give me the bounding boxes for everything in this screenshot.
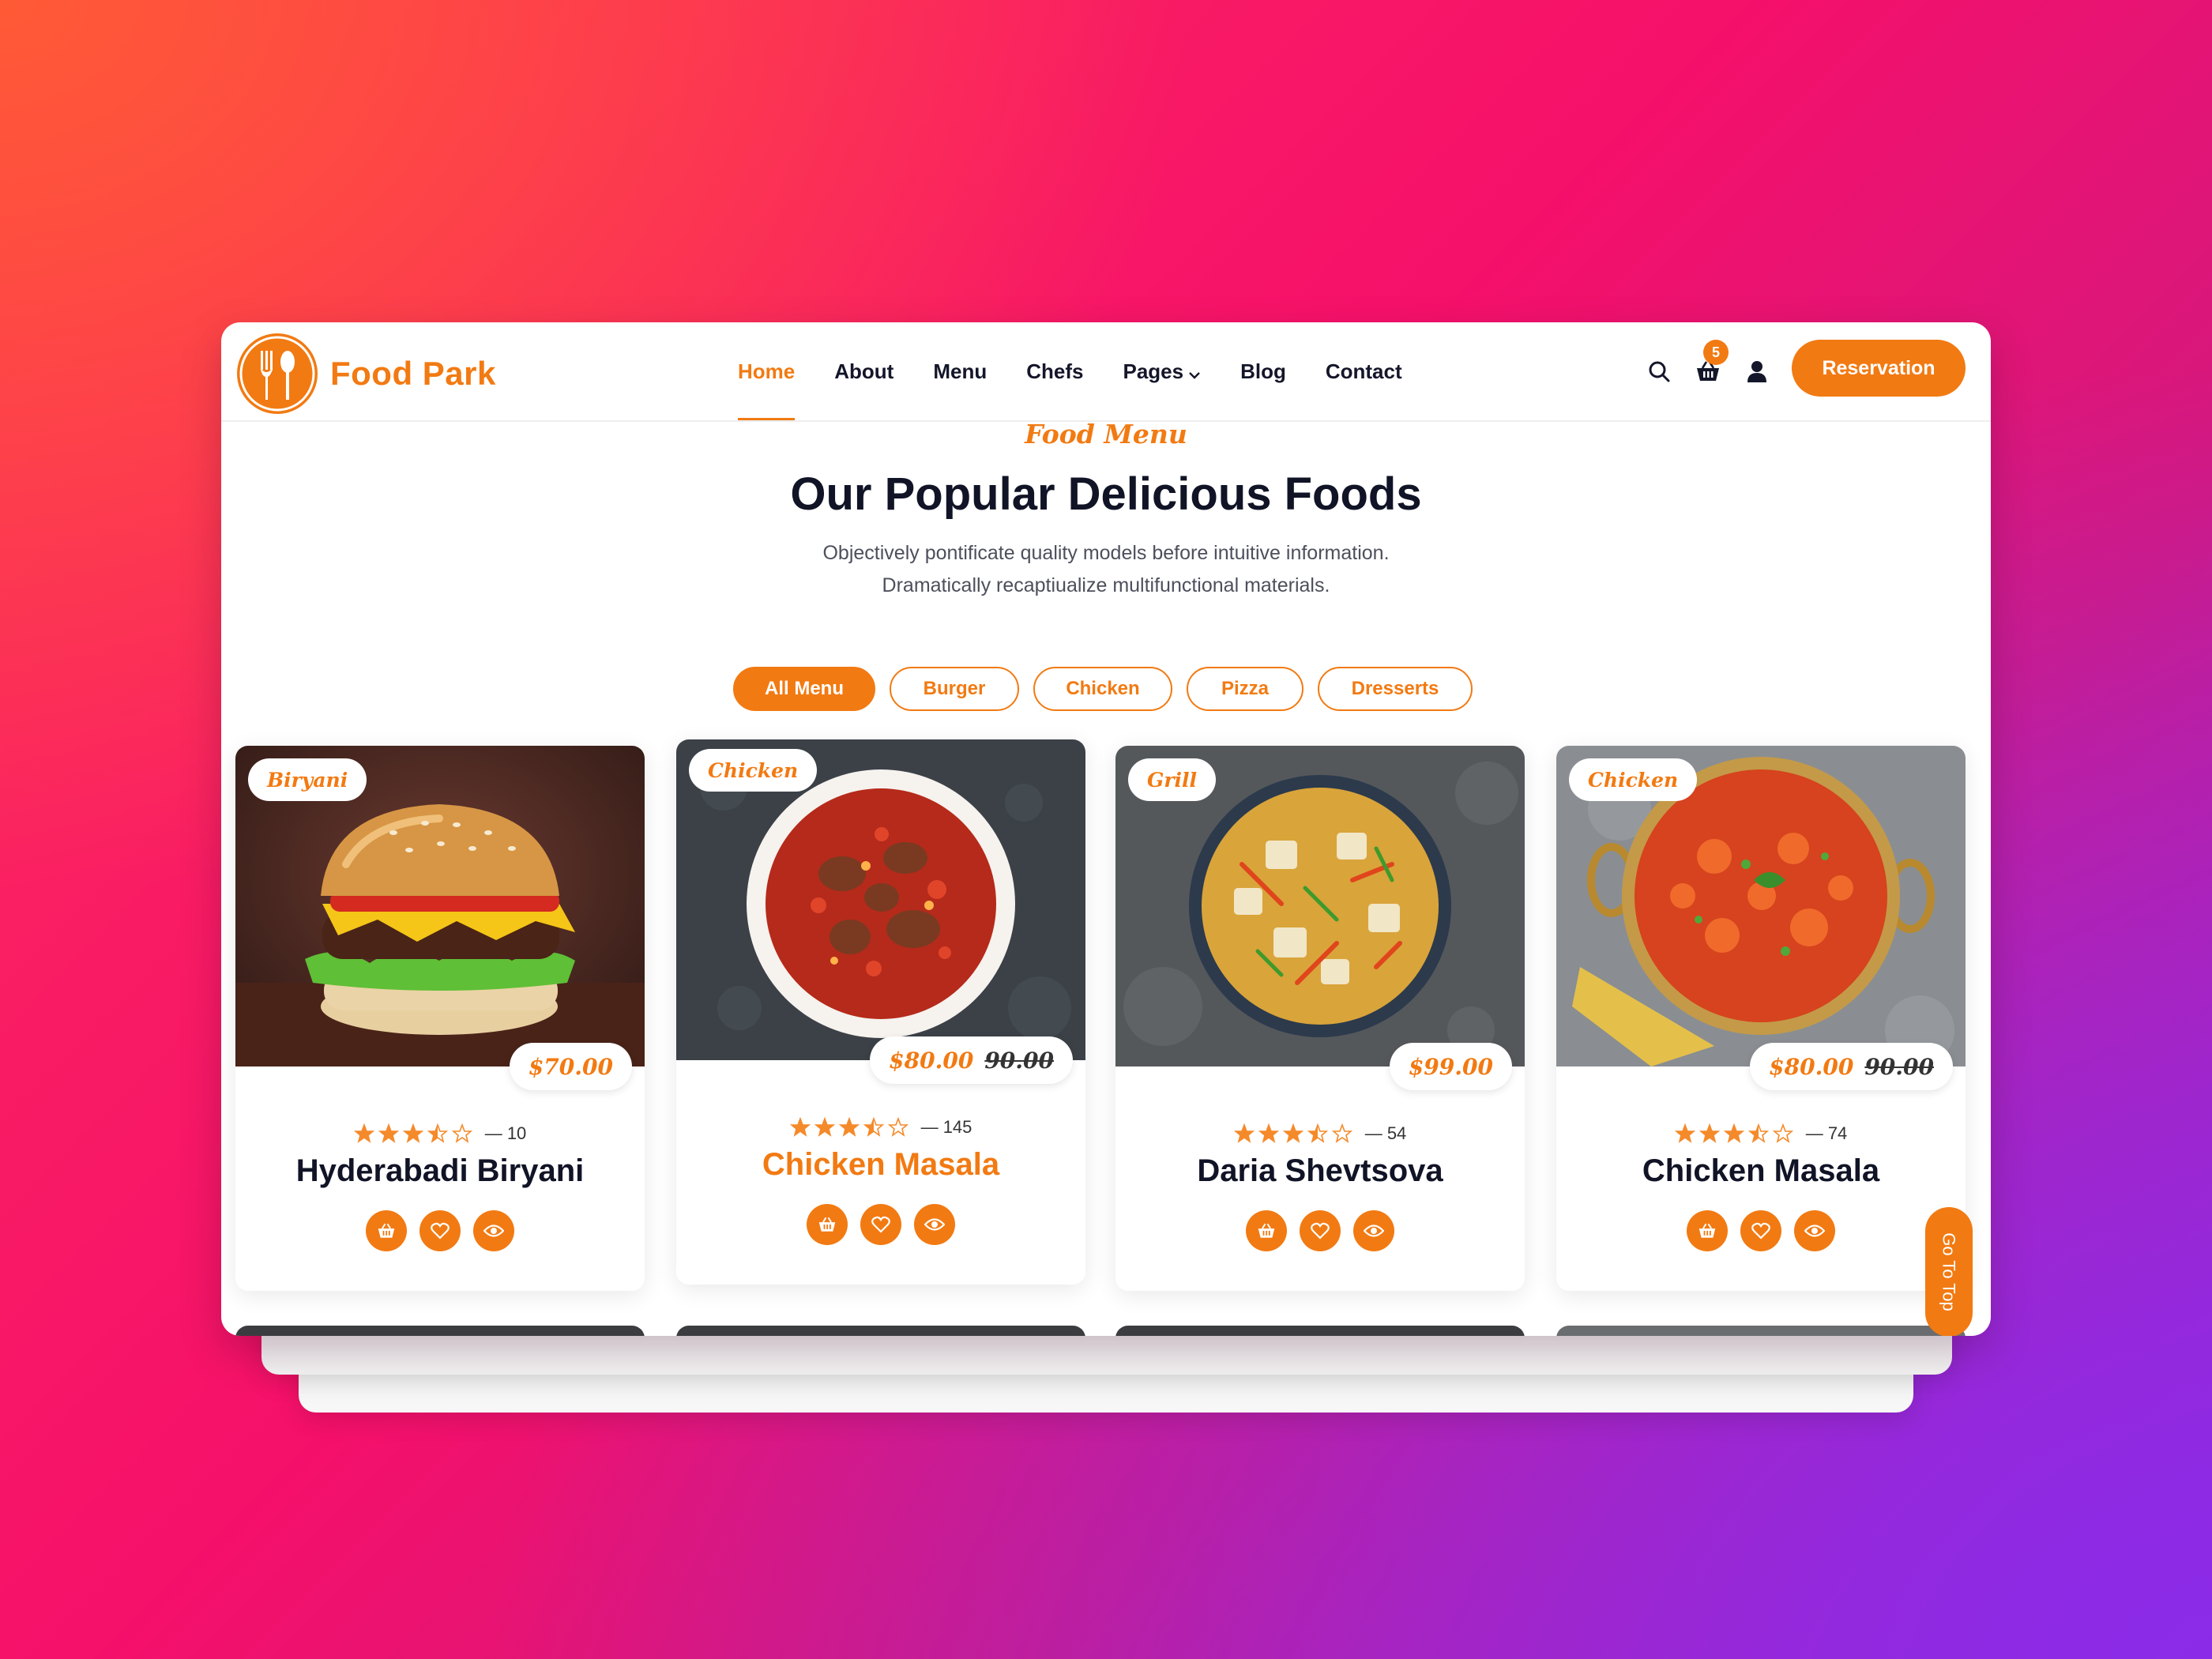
food-name[interactable]: Daria Shevtsova <box>1115 1153 1525 1189</box>
main-nav: Home About Menu Chefs Pages Blog Contact <box>738 322 1442 420</box>
chevron-down-icon <box>1188 324 1201 422</box>
review-count: — 145 <box>920 1117 972 1137</box>
nav-pages-label: Pages <box>1123 359 1184 383</box>
star-rating <box>789 1117 908 1138</box>
price-badge: $99.00 <box>1389 1043 1512 1090</box>
nav-home[interactable]: Home <box>738 322 796 420</box>
browser-window: Food Park Home About Menu Chefs Pages Bl… <box>221 322 1991 1336</box>
site-header: Food Park Home About Menu Chefs Pages Bl… <box>221 322 1991 422</box>
review-count: — 10 <box>484 1123 527 1143</box>
cart-count-badge: 5 <box>1703 340 1729 365</box>
add-to-cart-icon[interactable] <box>807 1204 848 1245</box>
quick-view-eye-icon[interactable] <box>473 1210 514 1251</box>
next-card-peek <box>235 1326 645 1336</box>
star-icons <box>1233 1123 1352 1143</box>
card-actions <box>1115 1210 1525 1251</box>
price-badge: $80.00 90.00 <box>870 1036 1073 1084</box>
old-price: 90.00 <box>984 1047 1054 1074</box>
section-title: Our Popular Delicious Foods <box>790 468 1422 520</box>
nav-contact[interactable]: Contact <box>1326 322 1402 420</box>
filter-burger[interactable]: Burger <box>890 667 1019 711</box>
price-badge: $70.00 <box>509 1043 632 1090</box>
star-icons <box>789 1117 908 1137</box>
subtitle-line-2: Dramatically recaptiualize multifunction… <box>882 574 1330 596</box>
filter-desserts[interactable]: Dresserts <box>1318 667 1473 711</box>
rating: — 54 <box>1115 1123 1525 1144</box>
star-rating <box>1674 1123 1793 1144</box>
food-card[interactable]: Grill $99.00 — 54 Daria Shevtsova <box>1115 746 1525 1291</box>
review-count: — 54 <box>1364 1123 1407 1143</box>
rating: — 74 <box>1556 1123 1966 1144</box>
food-card[interactable]: Chicken $80.00 90.00 — 145 Chicken Masal… <box>676 739 1085 1285</box>
star-icons <box>1674 1123 1793 1143</box>
quick-view-eye-icon[interactable] <box>914 1204 955 1245</box>
price-badge: $80.00 90.00 <box>1750 1043 1953 1090</box>
cart-button[interactable]: 5 <box>1692 340 1729 387</box>
next-card-peek <box>1115 1326 1525 1336</box>
quick-view-eye-icon[interactable] <box>1794 1210 1835 1251</box>
card-actions <box>676 1204 1085 1245</box>
food-card[interactable]: Chicken $80.00 90.00 — 74 Chicken Masala <box>1556 746 1966 1291</box>
category-tag: Biryani <box>248 758 367 801</box>
section-eyebrow: Food Menu <box>1025 419 1187 450</box>
star-rating <box>1233 1123 1352 1144</box>
subtitle-line-1: Objectively pontificate quality models b… <box>822 542 1390 564</box>
food-name[interactable]: Chicken Masala <box>1556 1153 1966 1189</box>
filter-all-menu[interactable]: All Menu <box>733 667 875 711</box>
filter-chicken[interactable]: Chicken <box>1033 667 1172 711</box>
fork-spoon-logo-icon <box>237 333 318 414</box>
food-image-chicken-curry[interactable]: Chicken <box>1556 746 1966 1066</box>
category-tag: Grill <box>1128 758 1217 801</box>
section-subtitle: Objectively pontificate quality models b… <box>221 537 1991 602</box>
nav-blog[interactable]: Blog <box>1240 322 1286 420</box>
logo[interactable]: Food Park <box>237 333 496 414</box>
food-image-burger[interactable]: Biryani <box>235 746 645 1066</box>
rating: — 145 <box>676 1117 1085 1138</box>
next-card-peek <box>676 1326 1085 1336</box>
header-tools: 5 <box>1643 322 1790 420</box>
filter-pizza[interactable]: Pizza <box>1187 667 1304 711</box>
star-rating <box>353 1123 472 1144</box>
rating: — 10 <box>235 1123 645 1144</box>
nav-pages[interactable]: Pages <box>1123 322 1201 420</box>
card-actions <box>1556 1210 1966 1251</box>
category-tag: Chicken <box>689 749 818 792</box>
price: $80.00 <box>889 1047 974 1074</box>
reservation-button[interactable]: Reservation <box>1792 340 1966 397</box>
wishlist-heart-icon[interactable] <box>860 1204 901 1245</box>
search-icon[interactable] <box>1643 356 1675 387</box>
go-to-top-button[interactable]: Go To Top <box>1925 1207 1973 1336</box>
add-to-cart-icon[interactable] <box>1687 1210 1728 1251</box>
category-tag: Chicken <box>1569 758 1698 801</box>
next-card-peek <box>1556 1326 1966 1336</box>
go-to-top-label: Go To Top <box>1939 1232 1960 1311</box>
review-count: — 74 <box>1805 1123 1848 1143</box>
menu-filters: All Menu Burger Chicken Pizza Dresserts <box>733 667 1487 711</box>
food-card[interactable]: Biryani $70.00 — 10 Hyderabadi Biryani <box>235 746 645 1291</box>
food-name[interactable]: Hyderabadi Biryani <box>235 1153 645 1189</box>
food-name[interactable]: Chicken Masala <box>676 1147 1085 1183</box>
brand-name: Food Park <box>330 355 496 392</box>
quick-view-eye-icon[interactable] <box>1353 1210 1394 1251</box>
food-image-chicken-masala[interactable]: Chicken <box>676 739 1085 1060</box>
old-price: 90.00 <box>1864 1053 1934 1080</box>
price: $80.00 <box>1769 1053 1854 1080</box>
add-to-cart-icon[interactable] <box>1246 1210 1287 1251</box>
star-icons <box>353 1123 472 1143</box>
nav-menu[interactable]: Menu <box>933 322 987 420</box>
price: $99.00 <box>1408 1053 1493 1080</box>
price: $70.00 <box>528 1053 613 1080</box>
wishlist-heart-icon[interactable] <box>1300 1210 1341 1251</box>
card-actions <box>235 1210 645 1251</box>
nav-about[interactable]: About <box>834 322 893 420</box>
user-icon[interactable] <box>1741 356 1773 387</box>
food-image-grill[interactable]: Grill <box>1115 746 1525 1066</box>
wishlist-heart-icon[interactable] <box>419 1210 461 1251</box>
add-to-cart-icon[interactable] <box>366 1210 407 1251</box>
nav-chefs[interactable]: Chefs <box>1026 322 1083 420</box>
wishlist-heart-icon[interactable] <box>1740 1210 1781 1251</box>
